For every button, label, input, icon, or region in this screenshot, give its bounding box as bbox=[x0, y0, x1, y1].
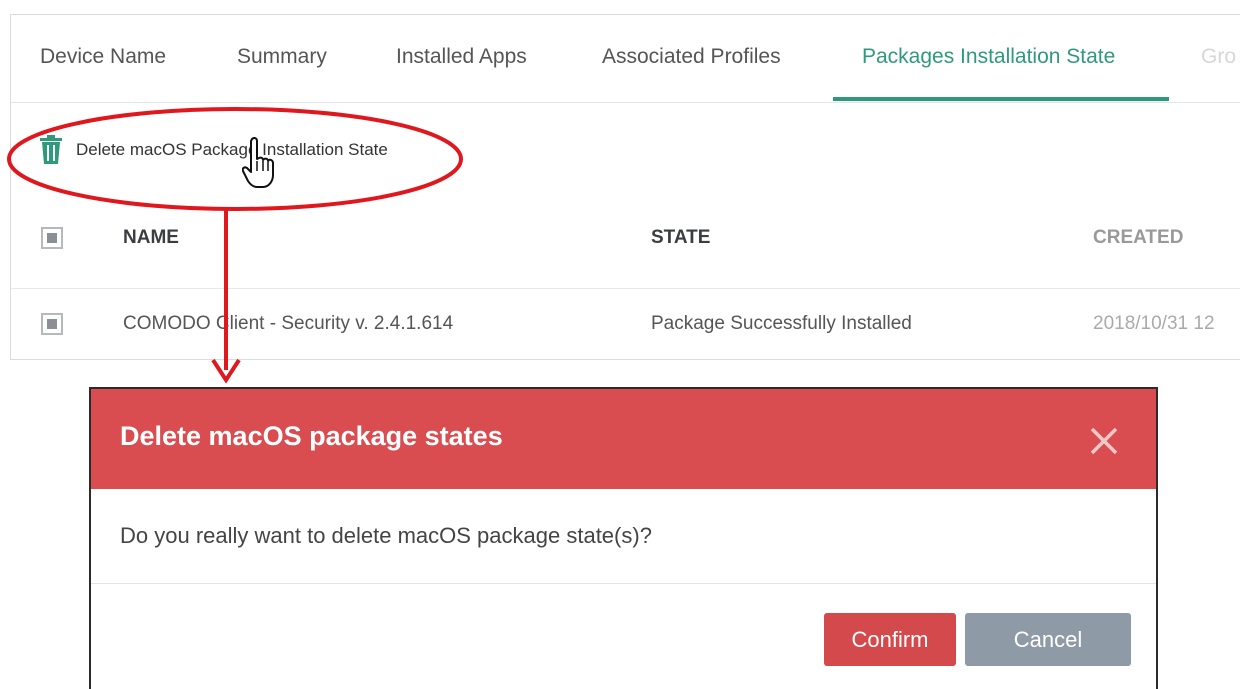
hand-pointer-icon bbox=[242, 137, 274, 188]
delete-package-state-label: Delete macOS Package Installation State bbox=[76, 140, 388, 159]
tab-groups[interactable]: Gro bbox=[1201, 45, 1236, 69]
dialog-title: Delete macOS package states bbox=[120, 421, 503, 451]
cancel-button[interactable]: Cancel bbox=[965, 613, 1131, 666]
tab-associated-profiles[interactable]: Associated Profiles bbox=[602, 45, 781, 69]
delete-package-state-button[interactable]: Delete macOS Package Installation State bbox=[39, 134, 388, 166]
tab-summary[interactable]: Summary bbox=[237, 45, 327, 69]
trash-icon bbox=[40, 135, 62, 164]
confirm-button[interactable]: Confirm bbox=[824, 613, 956, 666]
select-all-checkbox[interactable] bbox=[41, 227, 63, 249]
tab-bar: Device Name Summary Installed Apps Assoc… bbox=[11, 15, 1240, 103]
tab-packages-installation-state[interactable]: Packages Installation State bbox=[862, 45, 1115, 69]
cell-name: COMODO Client - Security v. 2.4.1.614 bbox=[123, 313, 454, 334]
cell-created: 2018/10/31 12 bbox=[1093, 313, 1215, 334]
delete-confirmation-dialog: Delete macOS package states Do you reall… bbox=[89, 387, 1158, 689]
row-checkbox[interactable] bbox=[41, 313, 63, 335]
dialog-divider bbox=[91, 583, 1156, 584]
tab-device-name[interactable]: Device Name bbox=[40, 45, 166, 69]
close-icon[interactable] bbox=[1088, 425, 1120, 457]
column-header-created[interactable]: CREATED bbox=[1093, 227, 1183, 249]
dialog-header: Delete macOS package states bbox=[91, 389, 1156, 489]
tab-installed-apps[interactable]: Installed Apps bbox=[396, 45, 527, 69]
column-header-name[interactable]: NAME bbox=[123, 227, 179, 249]
cell-state: Package Successfully Installed bbox=[651, 313, 912, 334]
dialog-message: Do you really want to delete macOS packa… bbox=[120, 523, 652, 548]
device-details-panel: Device Name Summary Installed Apps Assoc… bbox=[10, 14, 1240, 360]
annotation-arrow-head bbox=[211, 358, 241, 384]
column-header-state[interactable]: STATE bbox=[651, 227, 710, 249]
row-divider bbox=[11, 288, 1240, 289]
active-tab-indicator bbox=[833, 97, 1169, 101]
